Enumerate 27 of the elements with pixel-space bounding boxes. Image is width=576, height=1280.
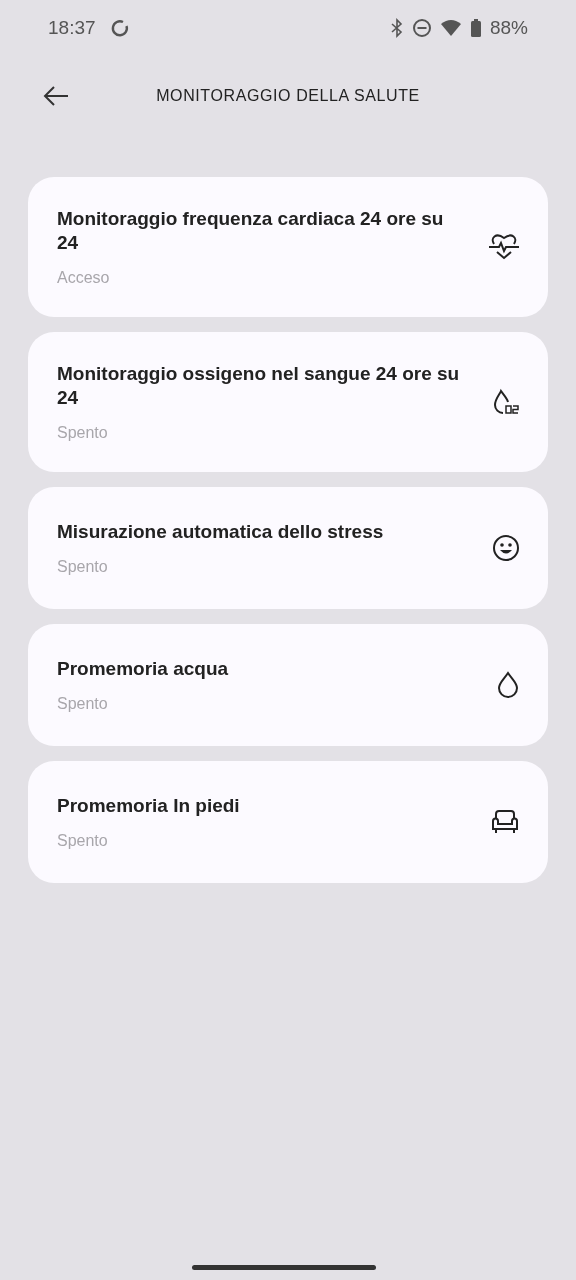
setting-title: Promemoria acqua — [57, 657, 230, 681]
setting-title: Monitoraggio ossigeno nel sangue 24 ore su 24 — [57, 362, 461, 410]
setting-card[interactable]: Monitoraggio frequenza cardiaca 24 ore su 24 Acceso — [28, 177, 548, 317]
setting-card[interactable]: Promemoria In piedi Spento — [28, 761, 548, 883]
water-drop-icon — [496, 671, 520, 699]
battery-icon — [469, 18, 482, 38]
setting-title: Misurazione automatica dello stress — [57, 520, 385, 544]
setting-status: Acceso — [57, 269, 111, 287]
battery-percentage: 88% — [489, 17, 528, 39]
setting-card[interactable]: Promemoria acqua Spento — [28, 624, 548, 746]
page-title: MONITORAGGIO DELLA SALUTE — [156, 87, 420, 105]
clock-time: 18:37 — [48, 17, 96, 39]
setting-title: Promemoria In piedi — [57, 794, 241, 818]
armchair-icon — [490, 809, 520, 835]
setting-title: Monitoraggio frequenza cardiaca 24 ore su 24 — [57, 207, 445, 255]
smiley-icon — [492, 534, 520, 562]
setting-status: Spento — [57, 558, 109, 576]
bluetooth-icon — [389, 18, 404, 38]
setting-status: Spento — [57, 424, 109, 442]
setting-status: Spento — [57, 695, 109, 713]
setting-card[interactable]: Monitoraggio ossigeno nel sangue 24 ore su 24 Spento — [28, 332, 548, 472]
do-not-disturb-icon — [411, 18, 432, 38]
sync-icon — [109, 18, 130, 38]
setting-status: Spento — [57, 832, 109, 850]
heart-rate-icon — [488, 233, 520, 261]
setting-card[interactable]: Misurazione automatica dello stress Spento — [28, 487, 548, 609]
wifi-icon — [439, 19, 462, 37]
